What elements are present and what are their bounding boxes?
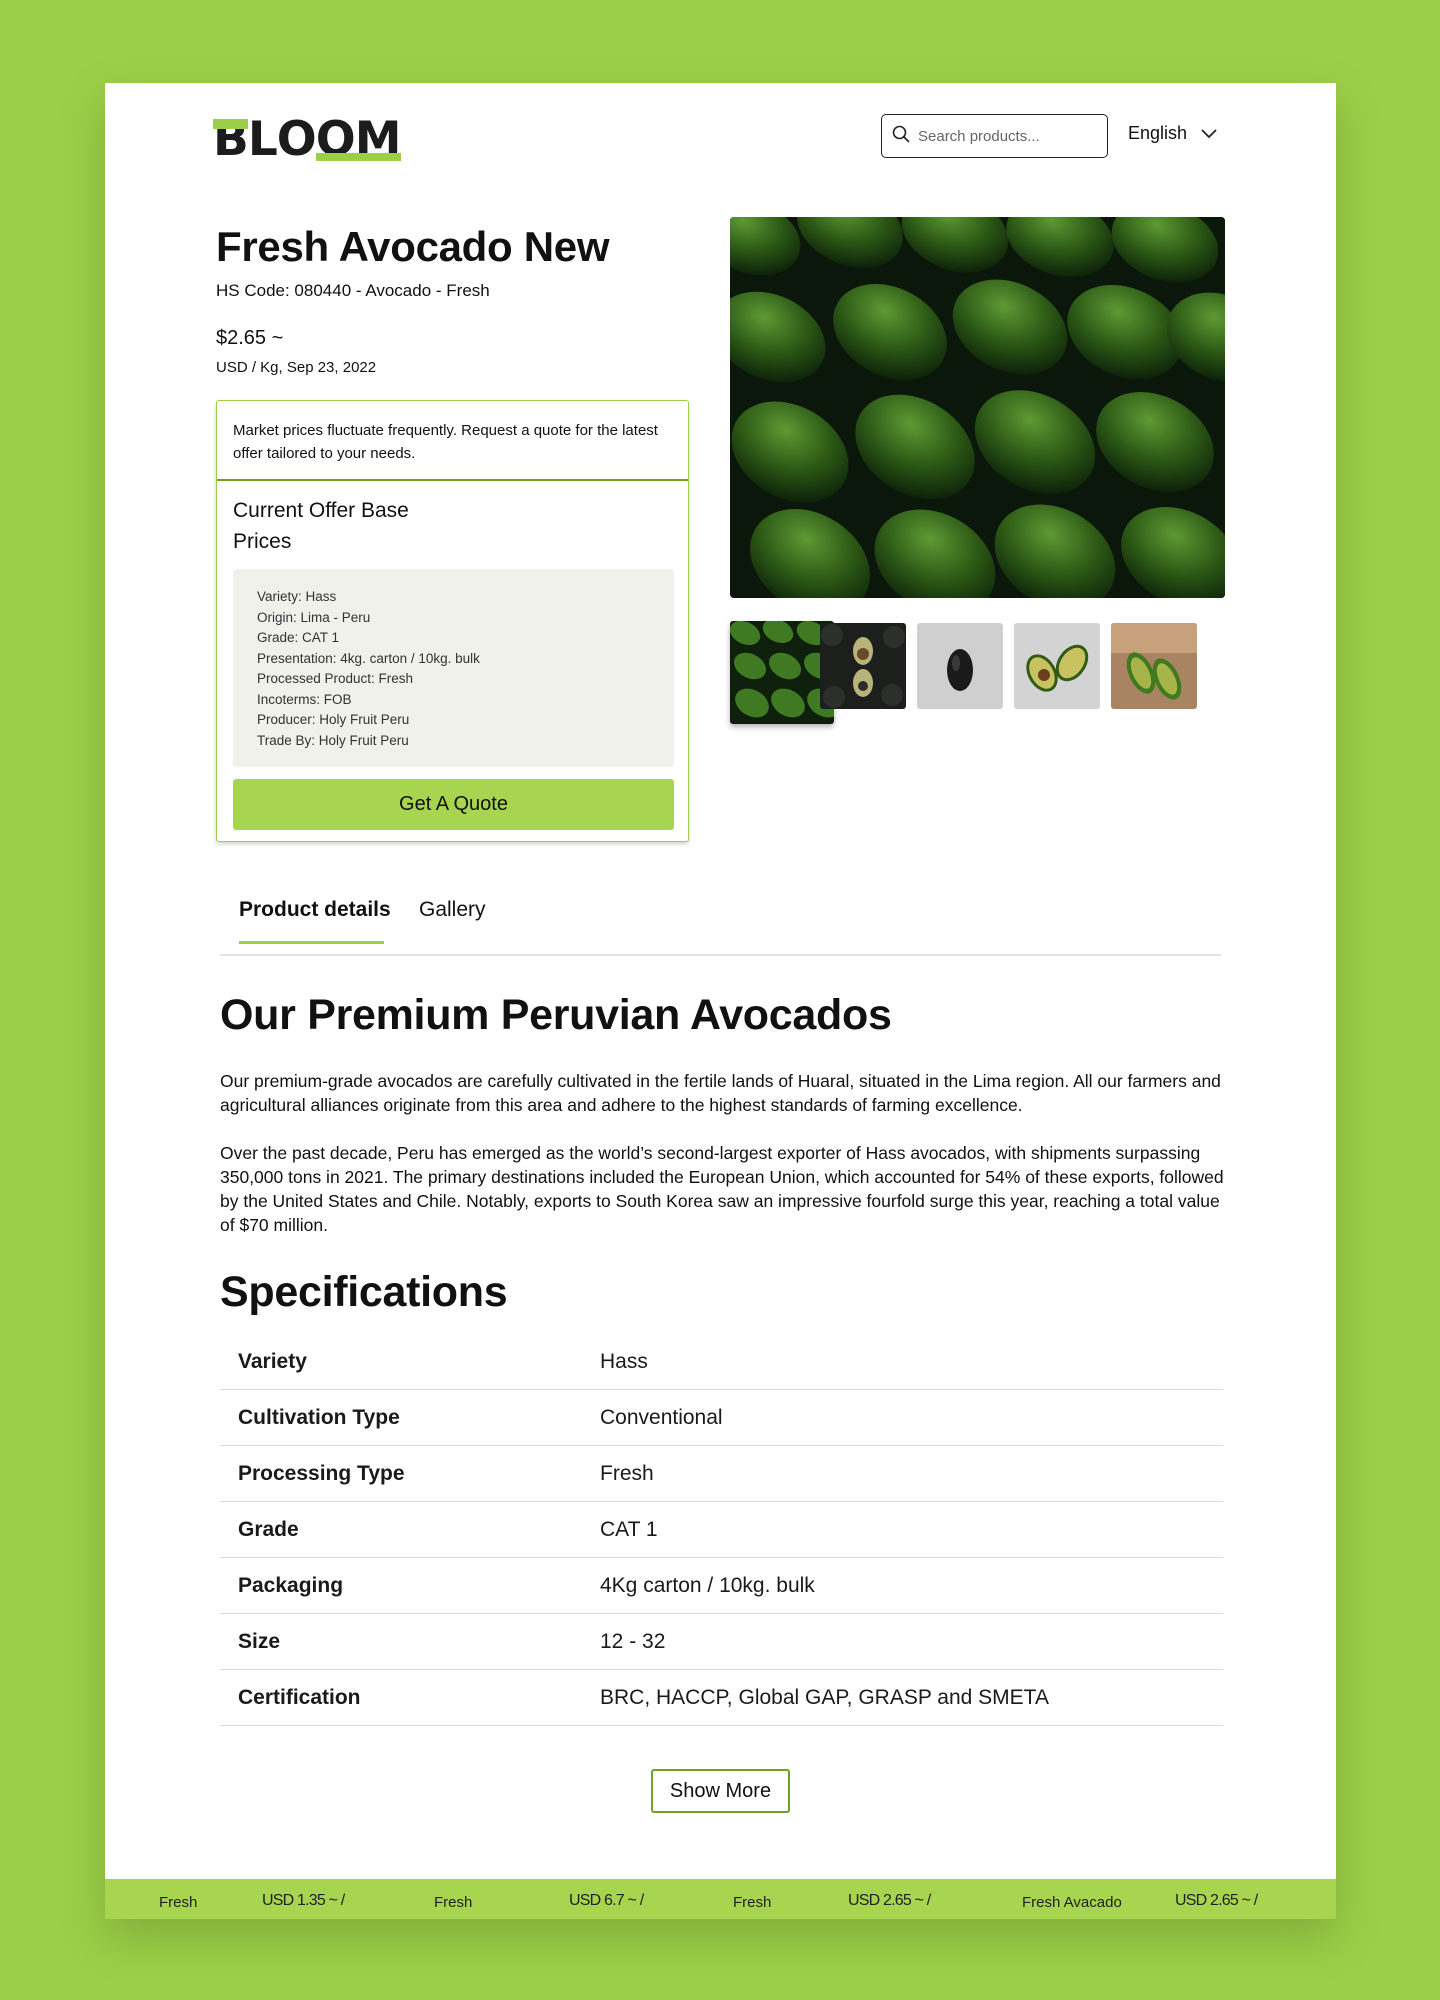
spec-key: Grade [238, 1518, 299, 1541]
price-ticker: Fresh USD 1.35 ~ / Fresh USD 6.7 ~ / Fre… [105, 1879, 1336, 1919]
spec-value: BRC, HACCP, Global GAP, GRASP and SMETA [600, 1686, 1049, 1709]
ticker-price: USD 6.7 ~ / [569, 1892, 644, 1909]
tab-product-details[interactable]: Product details [239, 898, 391, 944]
thumbnail-3[interactable] [917, 623, 1003, 709]
offer-detail-line: Trade By: Holy Fruit Peru [257, 732, 409, 748]
spec-key: Cultivation Type [238, 1406, 400, 1429]
table-row: Grade CAT 1 [220, 1502, 1223, 1558]
table-row: Size 12 - 32 [220, 1614, 1223, 1670]
ticker-product-name: Fresh [434, 1894, 473, 1911]
product-main-image [730, 217, 1225, 598]
specifications-table: Variety Hass Cultivation Type Convention… [220, 1334, 1223, 1726]
chevron-down-icon [1201, 123, 1217, 144]
product-price: $2.65 ~ [216, 327, 284, 349]
ticker-product-name: Fresh [733, 1894, 772, 1911]
spec-key: Processing Type [238, 1462, 405, 1485]
get-quote-button[interactable]: Get A Quote [233, 779, 674, 830]
offer-card: Market prices fluctuate frequently. Requ… [216, 400, 689, 842]
spec-value: CAT 1 [600, 1518, 658, 1541]
spec-key: Variety [238, 1350, 307, 1373]
offer-detail-line: Presentation: 4kg. carton / 10kg. bulk [257, 650, 480, 666]
search-input[interactable] [918, 127, 1088, 145]
product-title: Fresh Avocado New [216, 223, 610, 270]
about-paragraph-1: Our premium-grade avocados are carefully… [220, 1071, 1221, 1115]
search-box[interactable] [881, 114, 1108, 158]
product-tabs: Product details Gallery [220, 898, 1221, 956]
tab-gallery[interactable]: Gallery [419, 898, 486, 922]
table-row: Variety Hass [220, 1334, 1223, 1390]
thumbnail-strip [730, 621, 1225, 728]
header: BLOOM English [105, 83, 1336, 223]
thumbnail-1[interactable] [730, 621, 834, 724]
show-more-button[interactable]: Show More [651, 1769, 790, 1813]
offer-detail-line: Grade: CAT 1 [257, 630, 340, 645]
offer-detail-line: Producer: Holy Fruit Peru [257, 712, 410, 727]
spec-value: 4Kg carton / 10kg. bulk [600, 1574, 815, 1597]
price-notice: Market prices fluctuate frequently. Requ… [217, 401, 688, 481]
offer-details: Variety: Hass Origin: Lima - Peru Grade:… [233, 569, 674, 767]
search-icon [892, 125, 910, 148]
spec-key: Packaging [238, 1574, 344, 1597]
thumbnail-5[interactable] [1111, 623, 1197, 709]
product-page: BLOOM English Fresh Avocado New HS Code:… [105, 83, 1336, 1919]
table-row: Packaging 4Kg carton / 10kg. bulk [220, 1558, 1223, 1614]
spec-key: Certification [238, 1686, 361, 1709]
about-title: Our Premium Peruvian Avocados [220, 991, 892, 1039]
spec-value: 12 - 32 [600, 1630, 666, 1653]
ticker-price: USD 2.65 ~ / [1175, 1892, 1258, 1909]
offer-detail-line: Variety: Hass [257, 589, 337, 604]
ticker-product-name: Fresh Avacado [1022, 1894, 1122, 1911]
offer-title: Current Offer Base Prices [233, 499, 409, 553]
price-unit-date: USD / Kg, Sep 23, 2022 [216, 359, 377, 376]
hs-code: HS Code: 080440 - Avocado - Fresh [216, 281, 490, 300]
table-row: Certification BRC, HACCP, Global GAP, GR… [220, 1670, 1223, 1726]
specs-title: Specifications [220, 1268, 508, 1316]
spec-key: Size [238, 1630, 281, 1653]
language-label: English [1128, 123, 1188, 143]
offer-detail-line: Origin: Lima - Peru [257, 609, 371, 625]
about-paragraph-2: Over the past decade, Peru has emerged a… [220, 1143, 1224, 1235]
ticker-product-name: Fresh [159, 1894, 198, 1911]
offer-detail-line: Processed Product: Fresh [257, 671, 414, 686]
ticker-price: USD 2.65 ~ / [848, 1892, 931, 1909]
offer-detail-line: Incoterms: FOB [257, 691, 352, 707]
spec-value: Fresh [600, 1462, 654, 1485]
bloom-logo[interactable]: BLOOM [213, 113, 401, 167]
ticker-price: USD 1.35 ~ / [262, 1892, 345, 1909]
thumbnail-2[interactable] [820, 623, 906, 709]
spec-value: Conventional [600, 1406, 723, 1429]
thumbnail-4[interactable] [1014, 623, 1100, 709]
table-row: Cultivation Type Conventional [220, 1390, 1223, 1446]
language-selector[interactable]: English [1128, 123, 1217, 144]
table-row: Processing Type Fresh [220, 1446, 1223, 1502]
spec-value: Hass [600, 1350, 648, 1373]
